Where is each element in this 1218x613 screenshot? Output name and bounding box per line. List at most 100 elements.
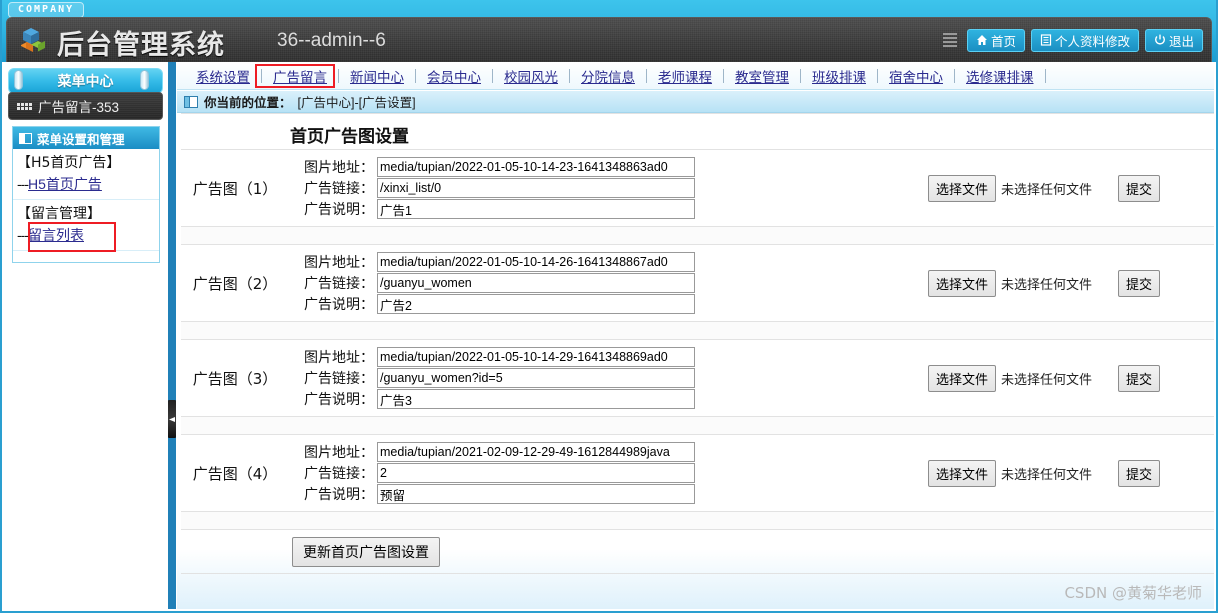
tab-elective-schedule[interactable]: 选修课排课: [955, 66, 1045, 86]
table-row: 广告图（3） 图片地址： 广告链接： 广告说明：: [181, 339, 1214, 417]
screw-right-icon: [140, 70, 149, 90]
submit-cell: 提交: [1117, 244, 1214, 322]
tab-member-center[interactable]: 会员中心: [416, 66, 492, 86]
field-label-desc: 广告说明：: [304, 392, 374, 408]
ad-row-name: 广告图（3）: [181, 339, 289, 417]
home-button[interactable]: 首页: [966, 28, 1025, 52]
hamburger-icon[interactable]: [942, 33, 957, 47]
title-cell-left: [181, 113, 289, 150]
ad-link-input-1[interactable]: [377, 178, 695, 198]
sidebar-item-h5-home-ad[interactable]: H5首页广告: [28, 176, 102, 192]
tab-news-center[interactable]: 新闻中心: [339, 66, 415, 86]
image-address-input-1[interactable]: [377, 157, 695, 177]
submit-button-3[interactable]: 提交: [1118, 364, 1161, 392]
row-spacer-cell: [181, 511, 1214, 530]
no-file-text-4: 未选择任何文件: [1001, 467, 1093, 483]
watermark: CSDN @黄菊华老师: [1064, 584, 1202, 602]
top-header: COMPANY 后台管理系统 36--admin--6 首页 个人资料修改 退出: [2, 0, 1216, 62]
field-label-link: 广告链接：: [304, 276, 374, 292]
image-address-input-4[interactable]: [377, 442, 695, 462]
submit-button-1[interactable]: 提交: [1118, 174, 1161, 202]
file-cell: 选择文件 未选择任何文件: [927, 149, 1117, 227]
ad-desc-input-1[interactable]: [377, 199, 695, 219]
choose-file-button-2[interactable]: 选择文件: [928, 269, 997, 297]
panel-splitter[interactable]: [167, 62, 177, 609]
choose-file-button-3[interactable]: 选择文件: [928, 364, 997, 392]
submit-button-4[interactable]: 提交: [1118, 459, 1161, 487]
profile-button[interactable]: 个人资料修改: [1030, 28, 1139, 52]
row-spacer-cell: [181, 416, 1214, 435]
ad-desc-input-4[interactable]: [377, 484, 695, 504]
field-label-image: 图片地址：: [304, 350, 374, 366]
field-ad-link: 广告链接：: [289, 273, 779, 293]
field-ad-desc: 广告说明：: [289, 484, 779, 504]
tab-class-schedule[interactable]: 班级排课: [801, 66, 877, 86]
menu-link-row: ---H5首页广告: [17, 173, 159, 195]
ad-row-name: 广告图（1）: [181, 149, 289, 227]
field-label-desc: 广告说明：: [304, 297, 374, 313]
logout-button[interactable]: 退出: [1144, 28, 1203, 52]
ad-settings-panel: 首页广告图设置 广告图（1） 图片地址： 广告链接：: [181, 113, 1214, 574]
field-image-address: 图片地址：: [289, 347, 779, 367]
image-address-input-2[interactable]: [377, 252, 695, 272]
panel-collapse-handle[interactable]: [168, 400, 176, 438]
row-spacer-cell: [181, 226, 1214, 245]
profile-icon: [1040, 34, 1052, 46]
submit-button-2[interactable]: 提交: [1118, 269, 1161, 297]
tab-branch-info[interactable]: 分院信息: [570, 66, 646, 86]
choose-file-button-1[interactable]: 选择文件: [928, 174, 997, 202]
menu-box-header-label: 菜单设置和管理: [37, 132, 125, 147]
field-ad-link: 广告链接：: [289, 463, 779, 483]
file-picker-1: 选择文件 未选择任何文件: [928, 174, 1116, 202]
tab-teacher-courses[interactable]: 老师课程: [647, 66, 723, 86]
sidebar-plate: 广告留言-353: [8, 92, 163, 120]
ad-link-input-2[interactable]: [377, 273, 695, 293]
nav-tabs: 系统设置 广告留言 新闻中心 会员中心 校园风光 分院信息 老师课程 教室管理 …: [177, 62, 1214, 90]
field-image-address: 图片地址：: [289, 252, 779, 272]
table-row: 广告图（4） 图片地址： 广告链接： 广告说明：: [181, 434, 1214, 512]
image-address-input-3[interactable]: [377, 347, 695, 367]
ad-desc-input-2[interactable]: [377, 294, 695, 314]
sidebar-item-message-list[interactable]: 留言列表: [28, 227, 84, 243]
menu-dash: ---: [17, 176, 29, 192]
update-row: 更新首页广告图设置: [181, 529, 1214, 574]
menu-group-h5: 【H5首页广告】 ---H5首页广告: [13, 149, 159, 200]
ad-link-input-4[interactable]: [377, 463, 695, 483]
ad-desc-input-3[interactable]: [377, 389, 695, 409]
submit-cell: 提交: [1117, 149, 1214, 227]
field-label-desc: 广告说明：: [304, 202, 374, 218]
row-spacer-cell: [181, 321, 1214, 340]
choose-file-button-4[interactable]: 选择文件: [928, 459, 997, 487]
field-image-address: 图片地址：: [289, 157, 779, 177]
logout-button-label: 退出: [1168, 34, 1194, 49]
window-icon: [184, 95, 198, 108]
field-ad-link: 广告链接：: [289, 178, 779, 198]
no-file-text-2: 未选择任何文件: [1001, 277, 1093, 293]
field-label-image: 图片地址：: [304, 255, 374, 271]
menu-group-empty: [13, 251, 159, 262]
spacer-cell: [779, 339, 927, 417]
menu-box: 菜单设置和管理 【H5首页广告】 ---H5首页广告 【留言管理】 ---留言列…: [12, 126, 160, 263]
row-spacer: [181, 416, 1214, 435]
page-title: 首页广告图设置: [290, 127, 409, 147]
tab-classroom-mgmt[interactable]: 教室管理: [724, 66, 800, 86]
tab-ad-message[interactable]: 广告留言: [262, 66, 338, 86]
file-picker-3: 选择文件 未选择任何文件: [928, 364, 1116, 392]
screw-left-icon: [14, 70, 23, 90]
table-row: 广告图（2） 图片地址： 广告链接： 广告说明：: [181, 244, 1214, 322]
header-actions: 首页 个人资料修改 退出: [942, 27, 1203, 53]
tab-campus-scenery[interactable]: 校园风光: [493, 66, 569, 86]
file-picker-2: 选择文件 未选择任何文件: [928, 269, 1116, 297]
ad-row-name: 广告图（2）: [181, 244, 289, 322]
update-home-ads-button[interactable]: 更新首页广告图设置: [292, 536, 440, 567]
ad-link-input-3[interactable]: [377, 368, 695, 388]
tab-system-settings[interactable]: 系统设置: [185, 66, 261, 86]
field-label-desc: 广告说明：: [304, 487, 374, 503]
menu-group-title: 【H5首页广告】: [17, 155, 121, 171]
update-row-cell: 更新首页广告图设置: [289, 529, 1214, 574]
window-icon: [19, 132, 32, 144]
home-icon: [976, 35, 987, 45]
field-ad-desc: 广告说明：: [289, 294, 779, 314]
tab-dorm-center[interactable]: 宿舍中心: [878, 66, 954, 86]
breadcrumb-prefix: 你当前的位置：: [204, 96, 292, 110]
